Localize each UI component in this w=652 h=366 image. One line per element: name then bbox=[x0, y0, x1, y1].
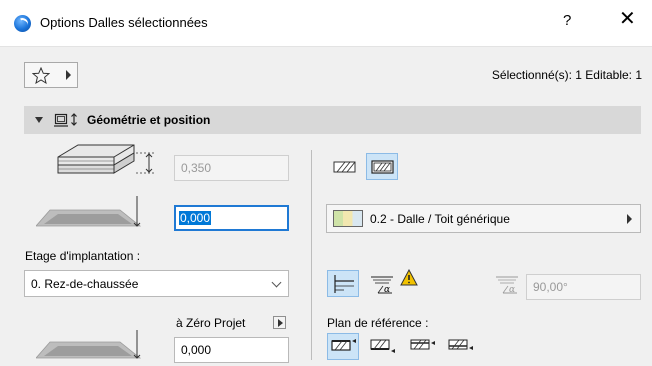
geometry-section-header[interactable]: Géométrie et position bbox=[24, 106, 641, 134]
material-swatch bbox=[333, 210, 363, 227]
help-button[interactable]: ? bbox=[563, 12, 571, 29]
reference-plane-label: Plan de référence : bbox=[327, 316, 429, 330]
section-title: Géométrie et position bbox=[87, 113, 211, 127]
material-arrow-icon bbox=[627, 214, 632, 224]
slab-elevation-icon bbox=[36, 330, 142, 359]
title-bar: Options Dalles sélectionnées ? ✕ bbox=[0, 0, 652, 47]
window-title: Options Dalles sélectionnées bbox=[40, 15, 208, 30]
collapse-triangle-icon bbox=[35, 117, 43, 123]
reference-core-bottom-icon[interactable] bbox=[448, 338, 474, 356]
chevron-down-icon bbox=[271, 277, 282, 288]
reference-top-icon bbox=[331, 339, 356, 351]
slab-thickness-icon bbox=[57, 144, 156, 174]
favorites-arrow-icon bbox=[66, 70, 71, 80]
project-zero-label: à Zéro Projet bbox=[176, 316, 246, 330]
hatch-outlined-toggle[interactable] bbox=[366, 153, 398, 180]
project-zero-field[interactable]: 0,000 bbox=[174, 337, 289, 363]
material-name: 0.2 - Dalle / Toit générique bbox=[370, 212, 510, 226]
home-story-dropdown[interactable]: 0. Rez-de-chaussée bbox=[24, 270, 289, 297]
home-story-value: 0. Rez-de-chaussée bbox=[31, 277, 139, 291]
warning-icon bbox=[400, 269, 418, 286]
angle-field: 90,00° bbox=[526, 274, 641, 300]
offset-value: 0,000 bbox=[179, 211, 212, 225]
offset-field[interactable]: 0,000 bbox=[174, 205, 289, 231]
svg-text:α: α bbox=[384, 285, 390, 294]
home-story-label: Etage d'implantation : bbox=[25, 249, 141, 263]
geometry-position-icon bbox=[54, 113, 77, 127]
column-separator bbox=[311, 150, 312, 360]
slab-offset-icon bbox=[36, 196, 142, 227]
reference-plane-top-toggle[interactable] bbox=[327, 333, 359, 360]
perpendicular-orientation-icon bbox=[334, 275, 354, 293]
archicad-app-icon bbox=[14, 15, 31, 32]
close-button[interactable]: ✕ bbox=[619, 9, 636, 29]
material-selector[interactable]: 0.2 - Dalle / Toit générique bbox=[326, 204, 641, 233]
project-zero-menu-button[interactable] bbox=[273, 316, 286, 329]
star-icon bbox=[32, 67, 50, 84]
reference-bottom-icon[interactable] bbox=[370, 338, 396, 356]
reference-core-top-icon[interactable] bbox=[410, 338, 436, 356]
favorites-button[interactable] bbox=[24, 62, 78, 88]
slope-angle-icon: α bbox=[496, 276, 518, 294]
selection-status: Sélectionné(s): 1 Editable: 1 bbox=[491, 68, 642, 82]
thickness-field: 0,350 bbox=[174, 155, 289, 181]
orientation-perpendicular-toggle[interactable] bbox=[327, 270, 359, 297]
svg-text:α: α bbox=[509, 285, 515, 294]
hatch-outlined-icon bbox=[371, 160, 394, 174]
tilted-angle-icon[interactable]: α bbox=[369, 272, 397, 294]
hatch-plain-icon[interactable] bbox=[333, 160, 357, 174]
